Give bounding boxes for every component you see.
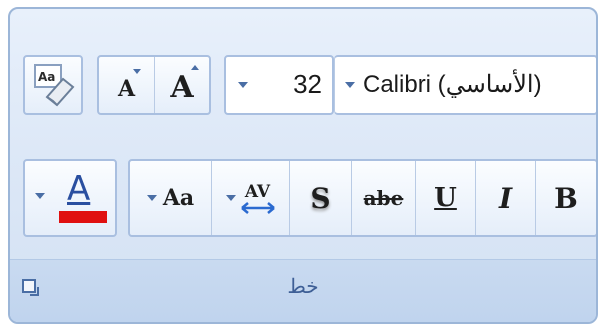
font-name-value: Calibri (الأساسي) [363, 71, 542, 98]
italic-glyph: I [498, 181, 513, 215]
group-footer: خط [10, 259, 596, 322]
format-buttons-group: Aa AV S abe U I B [128, 159, 596, 237]
clear-formatting-button[interactable]: Aa [23, 55, 83, 115]
shrink-font-glyph: A [117, 76, 136, 102]
underline-glyph: U [434, 183, 457, 213]
character-spacing-button[interactable]: AV [212, 161, 290, 235]
eraser-icon: Aa [34, 64, 75, 107]
font-color-swatch [59, 211, 107, 223]
spacing-dropdown-icon[interactable] [225, 195, 236, 201]
font-size-dropdown-icon[interactable] [238, 82, 248, 88]
change-case-glyph: Aa [162, 185, 195, 211]
shrink-arrow-icon [133, 69, 141, 74]
strikethrough-glyph: abe [363, 186, 404, 210]
spacing-glyph-stack: AV [240, 182, 276, 214]
double-arrow-icon [240, 202, 275, 214]
grow-font-glyph: A [170, 69, 194, 105]
strikethrough-button[interactable]: abe [352, 161, 416, 235]
change-case-button[interactable]: Aa [130, 161, 212, 235]
font-size-value: 32 [293, 69, 322, 99]
group-label: خط [287, 274, 319, 298]
underline-button[interactable]: U [416, 161, 476, 235]
shadow-button[interactable]: S [290, 161, 352, 235]
font-name-combo[interactable]: Calibri (الأساسي) [334, 55, 596, 115]
bold-glyph: B [554, 181, 578, 215]
spacing-glyph: AV [244, 182, 271, 202]
font-name-dropdown-icon[interactable] [345, 82, 355, 88]
shrink-font-button[interactable]: A [99, 57, 155, 113]
clear-formatting-glyph: Aa [38, 70, 55, 84]
font-size-combo[interactable]: 32 [224, 55, 334, 115]
bold-button[interactable]: B [536, 161, 596, 235]
grow-font-button[interactable]: A [155, 57, 209, 113]
font-color-button[interactable]: A [23, 159, 117, 237]
font-group: Aa A A 32 Calibri (الأساسي) A Aa AV S ab… [8, 7, 598, 324]
italic-button[interactable]: I [476, 161, 536, 235]
change-case-dropdown-icon[interactable] [146, 195, 157, 201]
shadow-glyph: S [310, 181, 331, 215]
grow-arrow-icon [191, 65, 199, 70]
font-size-adjust-group: A A [97, 55, 211, 115]
font-color-glyph: A [67, 169, 91, 209]
font-color-dropdown-icon[interactable] [35, 193, 45, 199]
